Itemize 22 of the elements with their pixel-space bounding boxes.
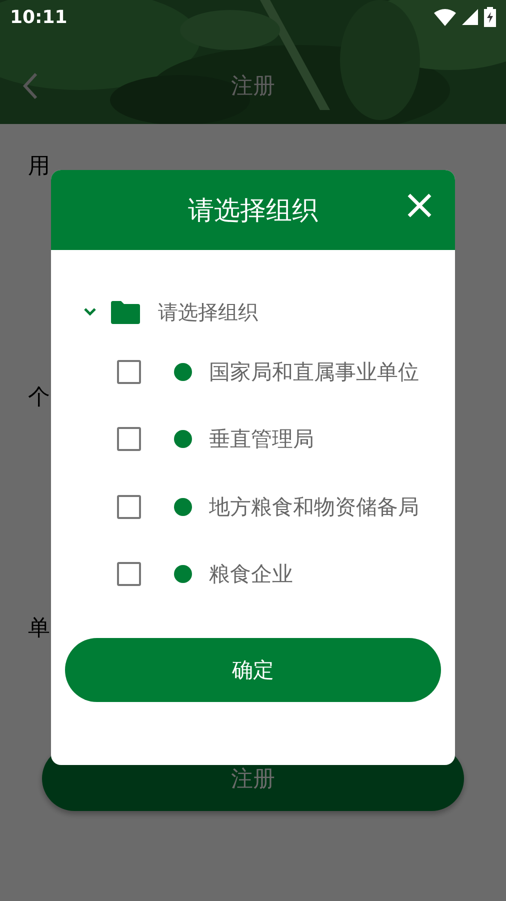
section-label: 用	[28, 154, 51, 180]
tree-item-label[interactable]: 地方粮食和物资储备局	[209, 492, 419, 521]
dialog-title: 请选择组织	[188, 194, 318, 228]
tree-item-label[interactable]: 国家局和直属事业单位	[209, 358, 419, 386]
tree-root-label[interactable]: 请选择组织	[158, 298, 258, 326]
wifi-icon	[434, 8, 456, 26]
checkbox[interactable]	[117, 360, 141, 384]
signal-icon	[462, 9, 478, 25]
section-label: 个	[28, 385, 51, 411]
page-title: 注册	[231, 73, 275, 101]
close-icon[interactable]	[407, 193, 432, 218]
checkbox[interactable]	[117, 427, 141, 452]
battery-icon	[484, 7, 496, 27]
chevron-icon[interactable]	[83, 307, 97, 317]
checkbox[interactable]	[117, 494, 141, 519]
tree-item-label[interactable]: 垂直管理局	[209, 425, 314, 454]
checkbox[interactable]	[117, 562, 141, 586]
section-label: 单	[28, 616, 51, 642]
status-time: 10:11	[10, 6, 68, 28]
confirm-button[interactable]: 确定	[65, 638, 441, 702]
folder-icon	[111, 300, 140, 324]
tree-item-label[interactable]: 粮食企业	[209, 560, 293, 588]
